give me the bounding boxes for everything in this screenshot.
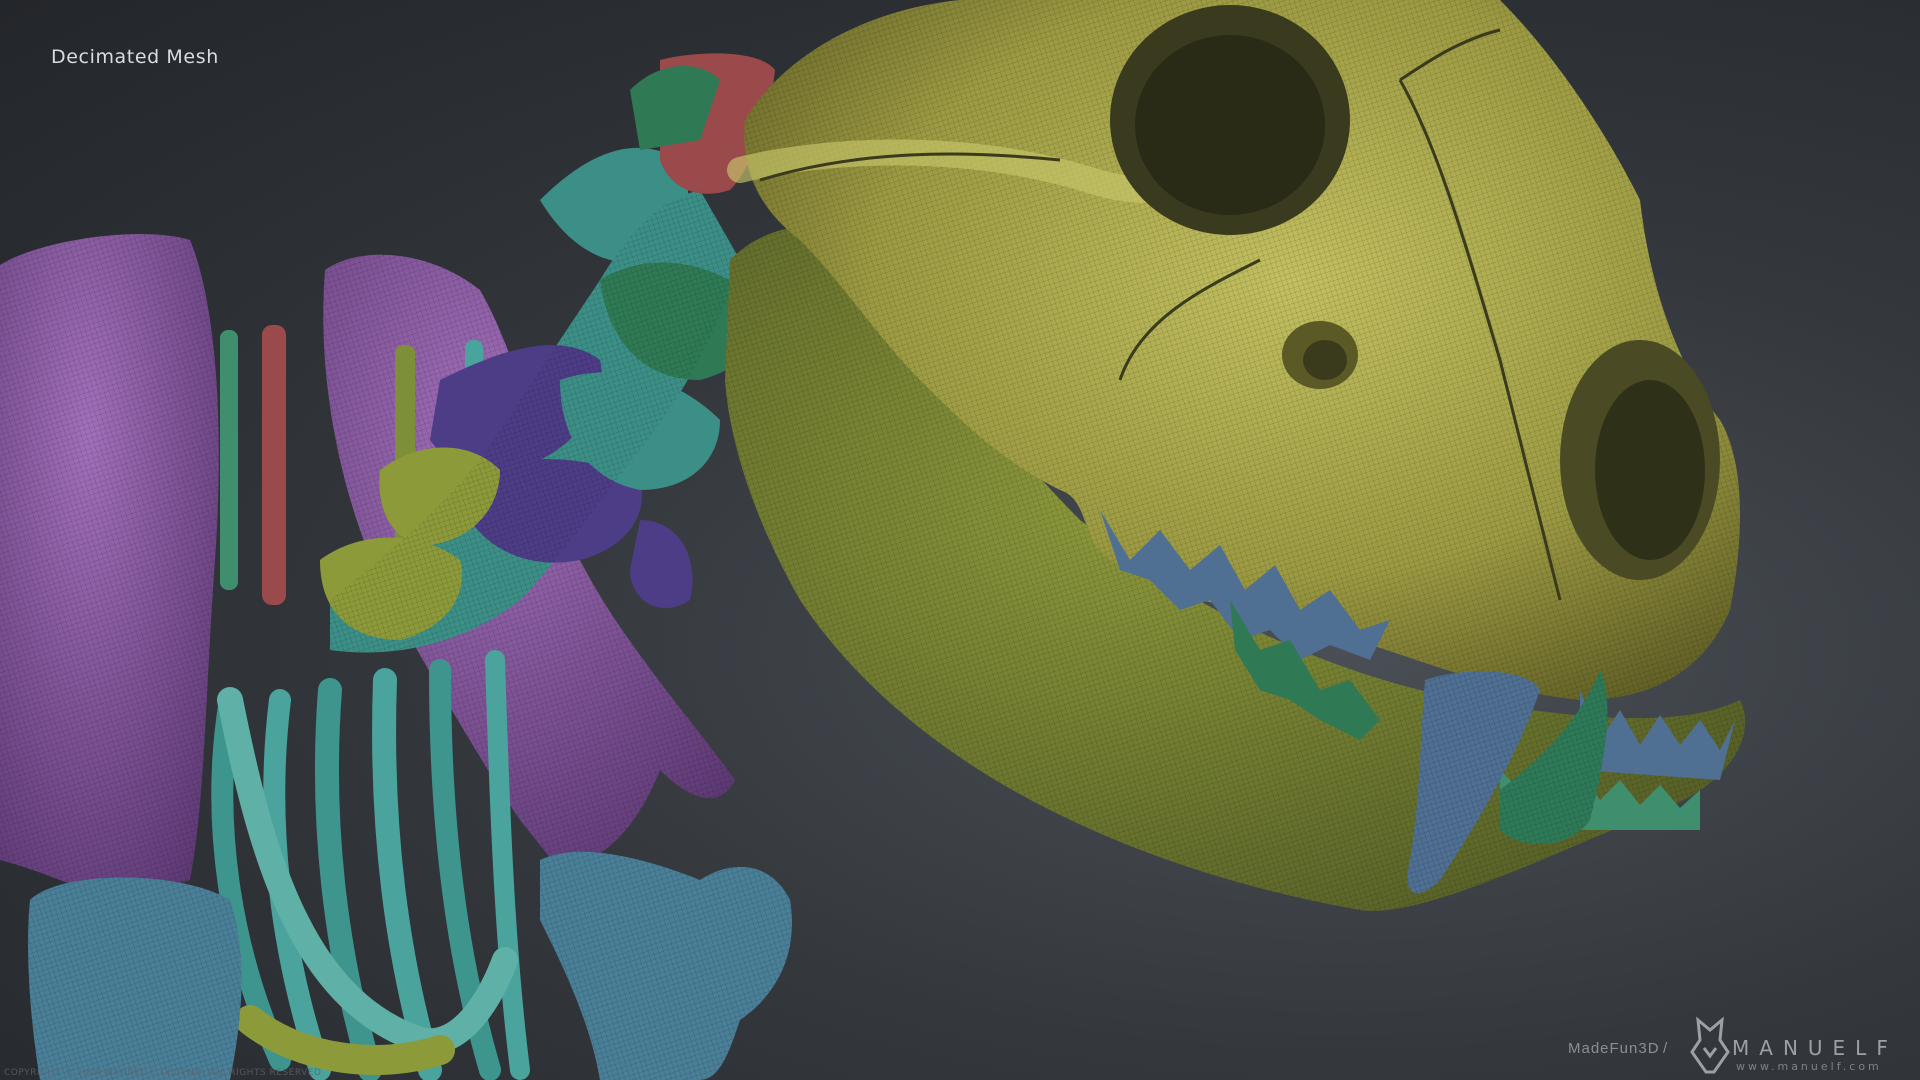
watermark-brand: MANUELF	[1732, 1036, 1898, 1060]
humerus-right	[540, 851, 792, 1080]
watermark-separator: /	[1663, 1040, 1668, 1057]
copyright-notice: COPYRIGHT © 2016 MANUEL F. CEDENO. ALL R…	[4, 1068, 322, 1078]
render-label: Decimated Mesh	[51, 46, 219, 68]
watermark-studio: MadeFun3D	[1568, 1040, 1660, 1057]
render-viewport	[0, 0, 1746, 1080]
watermark: MadeFun3D / MANUELF www.manuelf.com	[1560, 1010, 1920, 1080]
scapula-left	[0, 234, 219, 900]
watermark-url: www.manuelf.com	[1736, 1060, 1882, 1073]
humerus-left	[28, 877, 242, 1080]
